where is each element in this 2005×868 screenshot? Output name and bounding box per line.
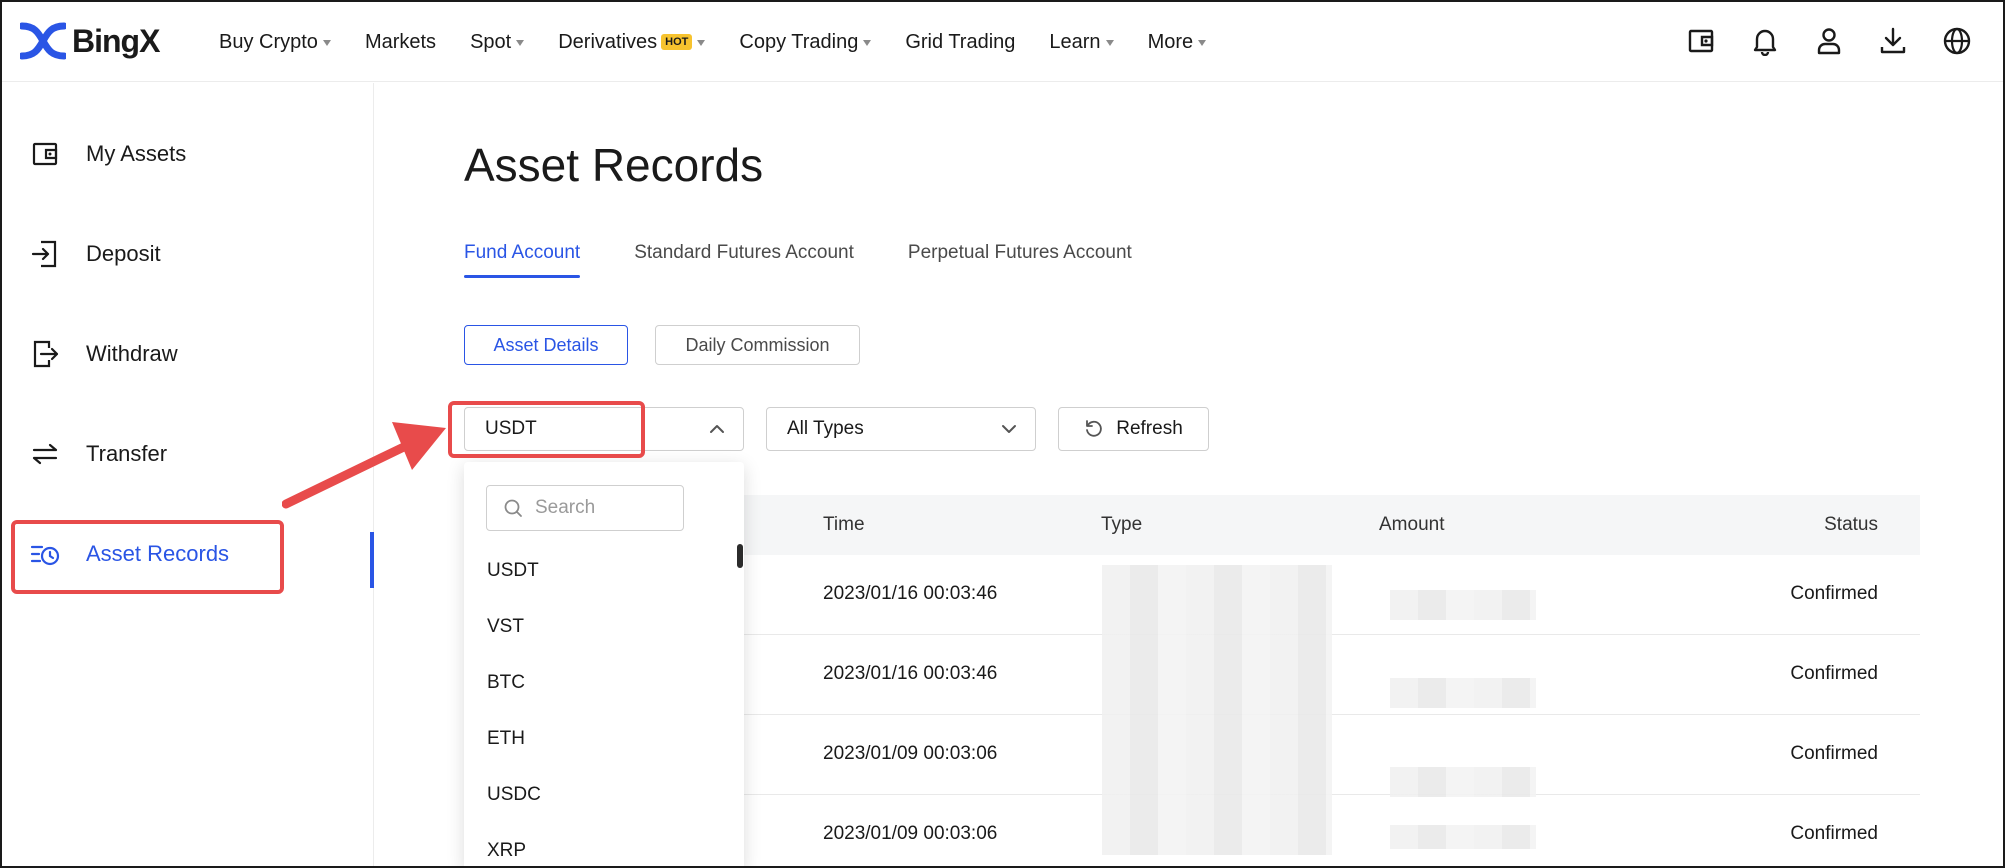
sidebar-item-withdraw[interactable]: Withdraw <box>30 339 178 369</box>
sidebar-item-label: Withdraw <box>86 341 178 366</box>
row-status: Confirmed <box>1790 823 1878 844</box>
nav-item-markets[interactable]: Markets <box>365 31 436 54</box>
sidebar-item-label: Transfer <box>86 441 168 466</box>
sidebar-item-my-assets[interactable]: My Assets <box>30 139 186 169</box>
bingx-logo-icon <box>20 22 66 60</box>
deposit-icon <box>30 239 60 269</box>
nav-item-grid-trading[interactable]: Grid Trading <box>905 31 1015 54</box>
row-status: Confirmed <box>1790 743 1878 764</box>
redacted-amount <box>1390 590 1536 620</box>
row-time: 2023/01/09 00:03:06 <box>823 823 998 844</box>
nav-item-label: Copy Trading <box>739 30 859 53</box>
nav-item-label: Buy Crypto <box>219 30 318 53</box>
coin-search-input[interactable] <box>535 497 665 519</box>
coin-option-list: USDT VST BTC ETH USDC XRP <box>487 560 541 866</box>
subtab-daily-commission[interactable]: Daily Commission <box>655 325 860 365</box>
coin-option-xrp[interactable]: XRP <box>487 840 541 866</box>
column-header-time: Time <box>823 514 865 535</box>
nav-item-label: Markets <box>364 30 437 53</box>
sidebar-item-deposit[interactable]: Deposit <box>30 239 161 269</box>
nav-item-label: Grid Trading <box>905 30 1016 53</box>
redacted-amount <box>1390 678 1536 708</box>
sidebar-item-label: My Assets <box>86 141 187 166</box>
chevron-up-icon <box>710 425 724 433</box>
row-status: Confirmed <box>1790 583 1878 604</box>
caret-down-icon <box>322 40 331 46</box>
caret-down-icon <box>516 40 525 46</box>
redacted-amount <box>1390 825 1536 849</box>
redacted-amount <box>1390 767 1536 797</box>
chevron-down-icon <box>1002 425 1016 433</box>
coin-option-vst[interactable]: VST <box>487 616 541 672</box>
tab-fund-account[interactable]: Fund Account <box>464 242 581 278</box>
page-title: Asset Records <box>464 139 764 191</box>
nav-item-spot[interactable]: Spot <box>470 30 525 54</box>
account-tabs: Fund Account Standard Futures Account Pe… <box>464 242 1132 278</box>
coin-option-btc[interactable]: BTC <box>487 672 541 728</box>
nav-item-label: Learn <box>1049 30 1101 53</box>
logo-text: BingX <box>72 22 160 59</box>
coin-dropdown-menu: USDT VST BTC ETH USDC XRP <box>464 462 744 866</box>
caret-down-icon <box>1105 40 1114 46</box>
wallet-icon <box>30 139 60 169</box>
coin-option-usdt[interactable]: USDT <box>487 560 541 616</box>
type-select[interactable]: All Types <box>766 407 1036 451</box>
refresh-label: Refresh <box>1116 418 1183 439</box>
transfer-icon <box>30 439 60 469</box>
sidebar-item-label: Deposit <box>86 241 161 266</box>
column-header-type: Type <box>1101 514 1143 535</box>
caret-down-icon <box>697 40 706 46</box>
globe-icon[interactable] <box>1941 22 1973 60</box>
nav-icon-group <box>1685 22 1973 60</box>
user-icon[interactable] <box>1813 22 1845 60</box>
hot-badge: HOT <box>661 34 693 50</box>
row-status: Confirmed <box>1790 663 1878 684</box>
row-time: 2023/01/16 00:03:46 <box>823 663 998 684</box>
search-icon <box>504 499 522 517</box>
redacted-type-column <box>1102 565 1332 855</box>
refresh-icon <box>1086 420 1102 437</box>
nav-item-buy-crypto[interactable]: Buy Crypto <box>219 31 331 54</box>
column-header-amount: Amount <box>1379 514 1445 535</box>
sidebar-active-indicator <box>370 532 374 588</box>
nav-item-label: Derivatives <box>558 30 658 53</box>
caret-down-icon <box>863 40 872 46</box>
coin-option-eth[interactable]: ETH <box>487 728 541 784</box>
annotation-arrow-icon <box>282 422 446 509</box>
coin-option-usdc[interactable]: USDC <box>487 784 541 840</box>
nav-item-learn[interactable]: Learn <box>1049 30 1114 54</box>
withdraw-icon <box>30 339 60 369</box>
nav-item-more[interactable]: More <box>1148 31 1207 54</box>
download-icon[interactable] <box>1877 22 1909 60</box>
dropdown-scrollbar[interactable] <box>737 544 743 568</box>
tab-standard-futures-account[interactable]: Standard Futures Account <box>634 242 854 278</box>
subtab-asset-details[interactable]: Asset Details <box>464 325 628 365</box>
nav-item-derivatives[interactable]: Derivatives HOT <box>558 30 706 54</box>
sidebar-item-transfer[interactable]: Transfer <box>30 439 167 469</box>
column-header-status: Status <box>1824 514 1878 535</box>
app-window: BingX Buy Crypto Markets Spot Derivative… <box>0 0 2005 868</box>
bell-icon[interactable] <box>1749 22 1781 60</box>
annotation-highlight-asset-records <box>11 520 284 594</box>
row-time: 2023/01/16 00:03:46 <box>823 583 998 604</box>
caret-down-icon <box>1198 40 1207 46</box>
nav-item-label: More <box>1147 30 1194 53</box>
nav-item-copy-trading[interactable]: Copy Trading <box>739 30 872 54</box>
coin-search-box[interactable] <box>486 485 684 531</box>
row-time: 2023/01/09 00:03:06 <box>823 743 998 764</box>
annotation-highlight-coin-select <box>448 401 645 458</box>
bingx-logo[interactable]: BingX <box>20 22 160 60</box>
top-nav: BingX Buy Crypto Markets Spot Derivative… <box>2 2 2003 82</box>
type-select-value: All Types <box>787 418 864 439</box>
nav-item-label: Spot <box>470 30 512 53</box>
refresh-button[interactable]: Refresh <box>1058 407 1209 451</box>
wallet-icon[interactable] <box>1685 22 1717 60</box>
nav-menu: Buy Crypto Markets Spot Derivatives HOT C… <box>219 2 1240 82</box>
tab-perpetual-futures-account[interactable]: Perpetual Futures Account <box>908 242 1132 278</box>
